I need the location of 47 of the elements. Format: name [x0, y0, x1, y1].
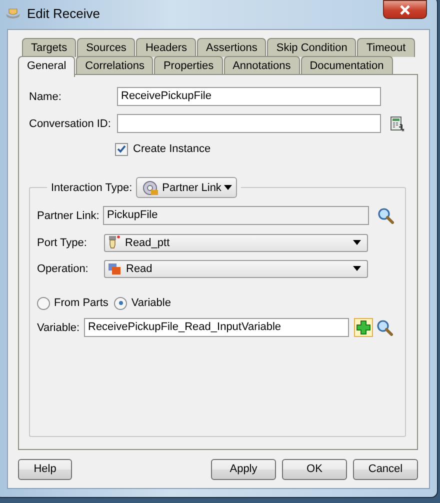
- variable-field[interactable]: ReceivePickupFile_Read_InputVariable: [84, 318, 349, 337]
- close-icon: [399, 4, 411, 14]
- group-label: Interaction Type:: [51, 182, 132, 194]
- operation-dropdown[interactable]: Read: [104, 260, 368, 278]
- port-type-dropdown[interactable]: Read_ptt: [104, 234, 368, 252]
- tab[interactable]: Targets: [22, 38, 76, 57]
- tab[interactable]: Annotations: [224, 56, 300, 75]
- ok-button[interactable]: OK: [282, 458, 347, 480]
- cancel-button[interactable]: Cancel: [353, 458, 418, 480]
- tab[interactable]: Correlations: [76, 56, 154, 75]
- help-button[interactable]: Help: [18, 458, 72, 480]
- checkbox[interactable]: [115, 142, 128, 156]
- field-label: Variable:: [37, 322, 81, 334]
- radio-button[interactable]: [37, 296, 50, 310]
- partner-link-field[interactable]: PickupFile: [103, 206, 369, 225]
- calculator-icon[interactable]: [390, 116, 405, 132]
- radio-label: From Parts: [54, 297, 108, 309]
- caret-icon: [224, 185, 232, 190]
- radio-label: Variable: [131, 297, 171, 309]
- plug-icon: [108, 234, 120, 250]
- apply-button[interactable]: Apply: [211, 458, 276, 480]
- tab[interactable]: Timeout: [357, 38, 415, 57]
- tab[interactable]: General: [18, 56, 76, 77]
- name-field[interactable]: ReceivePickupFile: [117, 87, 381, 106]
- add-icon[interactable]: [354, 318, 373, 337]
- field-label: Name:: [29, 90, 62, 102]
- interaction-type-dropdown[interactable]: Partner Link: [136, 177, 238, 198]
- tab[interactable]: Headers: [136, 38, 196, 57]
- tab[interactable]: Assertions: [197, 38, 266, 57]
- tab[interactable]: Skip Condition: [267, 38, 356, 57]
- search-icon[interactable]: [377, 207, 394, 224]
- tab[interactable]: Sources: [77, 38, 136, 57]
- search-icon[interactable]: [376, 319, 393, 336]
- field-label: Partner Link:: [37, 210, 100, 222]
- caret-icon: [353, 240, 361, 245]
- caret-icon: [353, 266, 361, 271]
- squares-icon: [108, 262, 121, 274]
- checkbox-label: Create Instance: [133, 143, 211, 155]
- field-label: Port Type:: [37, 236, 88, 248]
- conversation-id-field[interactable]: [117, 114, 381, 133]
- close-button[interactable]: [383, 0, 427, 19]
- tab[interactable]: Properties: [154, 56, 223, 75]
- tab[interactable]: Documentation: [300, 56, 393, 75]
- field-label: Conversation ID:: [29, 118, 112, 130]
- field-label: Operation:: [37, 262, 90, 274]
- window-title: Edit Receive: [27, 6, 100, 20]
- radio-button[interactable]: [114, 296, 128, 310]
